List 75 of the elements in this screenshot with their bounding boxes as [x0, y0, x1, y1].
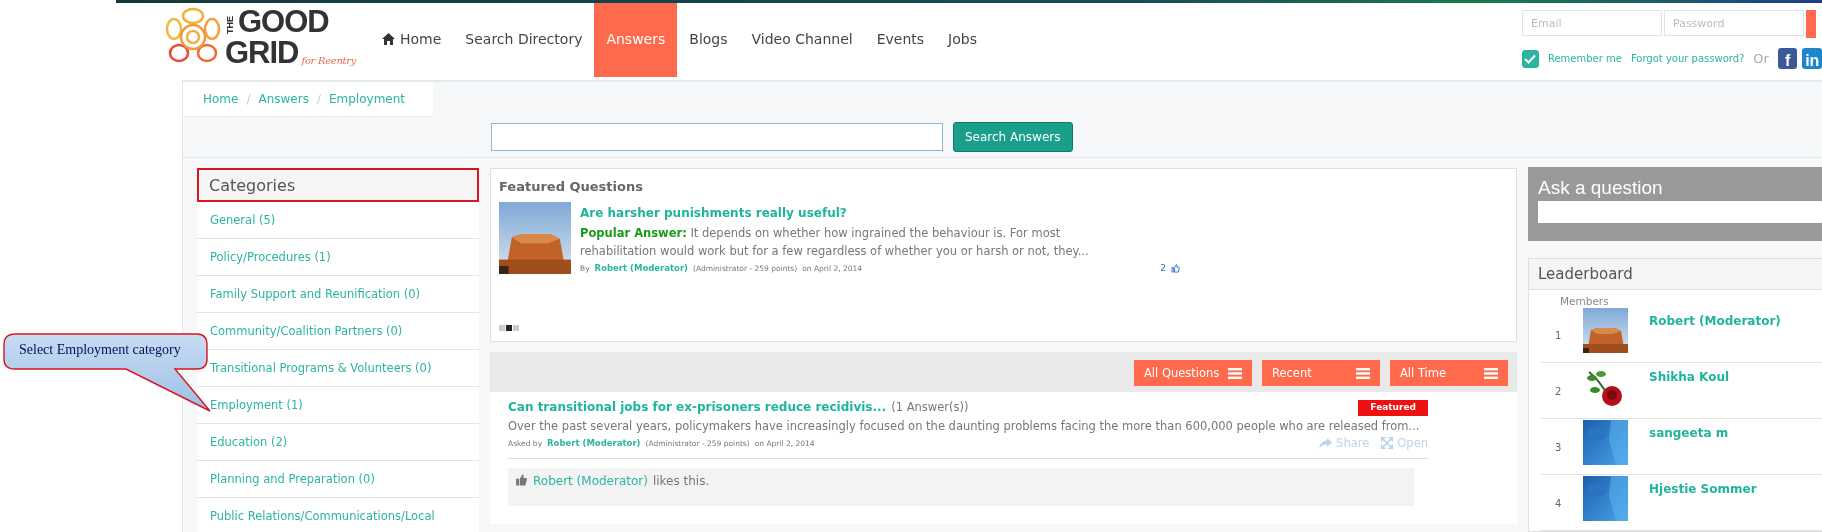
category-link[interactable]: General (5) [197, 202, 479, 239]
thumbs-up-icon [515, 474, 528, 486]
breadcrumb-link[interactable]: Answers [258, 92, 309, 106]
search-field[interactable] [491, 123, 943, 151]
answer-count: (1 Answer(s)) [891, 400, 969, 414]
category-link[interactable]: Employment (1) [197, 387, 479, 424]
category-link[interactable]: Education (2) [197, 424, 479, 461]
member-link[interactable]: sangeeta m [1649, 426, 1729, 440]
rank-number: 3 [1554, 442, 1563, 453]
panel-title: Leaderboard [1529, 259, 1822, 290]
social-login-button[interactable]: in [1802, 48, 1822, 69]
remember-checkbox[interactable] [1522, 49, 1539, 68]
breadcrumb-separator: / [246, 92, 251, 106]
breadcrumb-link[interactable]: Home [203, 92, 239, 106]
action-link[interactable]: Share [1319, 436, 1370, 450]
breadcrumb-link[interactable]: Employment [329, 92, 406, 106]
category-link[interactable]: Family Support and Reunification (0) [197, 276, 479, 313]
filter-dropdown[interactable]: Recent [1262, 360, 1380, 386]
panel-title: Ask a question [1538, 177, 1664, 199]
email-field[interactable]: Email [1522, 10, 1662, 36]
search-answers-button[interactable]: Search Answers [953, 122, 1073, 152]
forgot-password-link[interactable]: Forgot your password? [1630, 53, 1745, 64]
question-excerpt: Over the past several years, policymakers have increasingly focused on the daunting problems facing the more than 600,000 people who are released from... [508, 419, 1421, 433]
logo-text: THE [225, 16, 235, 34]
answer-text: Popular Answer: It depends on whether how ingrained the behaviour is. For most rehabilitation would work but for a few regardless of whether you or harsh or not, they... [580, 225, 1090, 260]
author-link[interactable]: Robert (Moderator) [533, 474, 648, 488]
share-icon [1319, 437, 1333, 449]
nav-tab[interactable]: Video Channel [739, 0, 865, 77]
category-link[interactable]: Planning and Preparation (0) [197, 461, 479, 498]
category-link[interactable]: Transitional Programs & Volunteers (0) [197, 350, 479, 387]
or-text: Or [1753, 51, 1769, 66]
member-link[interactable]: Shikha Koul [1649, 370, 1730, 384]
menu-icon [1484, 367, 1498, 379]
categories-header: Categories [197, 168, 479, 202]
logo-text: GOOD [238, 6, 329, 37]
member-link[interactable]: Hjestie Sommer [1649, 482, 1757, 496]
likes-text: likes this. [652, 474, 710, 488]
menu-icon [1356, 367, 1370, 379]
rank-number: 2 [1554, 386, 1563, 397]
logo-text: GRID [225, 37, 299, 68]
question-field[interactable] [1538, 201, 1822, 223]
nav-tab[interactable]: Jobs [936, 0, 989, 77]
thumbs-up-icon[interactable] [1171, 263, 1180, 273]
login-button[interactable] [1806, 10, 1816, 38]
filter-dropdown[interactable]: All Questions [1134, 360, 1252, 386]
menu-icon [1228, 367, 1242, 379]
member-link[interactable]: Robert (Moderator) [1649, 314, 1781, 328]
logo-tagline: for Reentry [301, 56, 357, 66]
remember-label[interactable]: Remember me [1547, 53, 1622, 64]
rank-number: 1 [1554, 330, 1563, 341]
category-link[interactable]: Community/Coalition Partners (0) [197, 313, 479, 350]
home-icon [382, 32, 395, 45]
action-link[interactable]: Open [1381, 436, 1428, 450]
column-header: Members [1559, 294, 1610, 307]
panel-title: Featured Questions [499, 179, 644, 194]
nav-tab[interactable]: Answers [594, 0, 678, 77]
like-count[interactable]: 2 [1160, 263, 1166, 273]
breadcrumb-separator: / [316, 92, 321, 106]
category-link[interactable]: Public Relations/Communications/Local [197, 498, 479, 532]
social-login-button[interactable]: f [1777, 48, 1798, 69]
nav-tab[interactable]: Blogs [677, 0, 740, 77]
question-link[interactable]: Can transitional jobs for ex-prisoners reduce recidivis... [508, 400, 887, 414]
author-link[interactable]: Robert (Moderator) [594, 263, 688, 273]
callout-text: Select Employment category [19, 342, 181, 358]
filter-dropdown[interactable]: All Time [1390, 360, 1508, 386]
password-field[interactable]: Password [1664, 10, 1804, 36]
question-link[interactable]: Are harsher punishments really useful? [580, 206, 847, 220]
featured-badge: Featured [1358, 400, 1428, 416]
category-link[interactable]: Policy/Procedures (1) [197, 239, 479, 276]
nav-tab[interactable]: Search Directory [453, 0, 595, 77]
rank-number: 4 [1554, 498, 1563, 509]
nav-tab[interactable]: Events [864, 0, 937, 77]
nav-tab[interactable]: Home [370, 0, 454, 77]
author-link[interactable]: Robert (Moderator) [547, 438, 641, 448]
expand-icon [1381, 437, 1394, 449]
